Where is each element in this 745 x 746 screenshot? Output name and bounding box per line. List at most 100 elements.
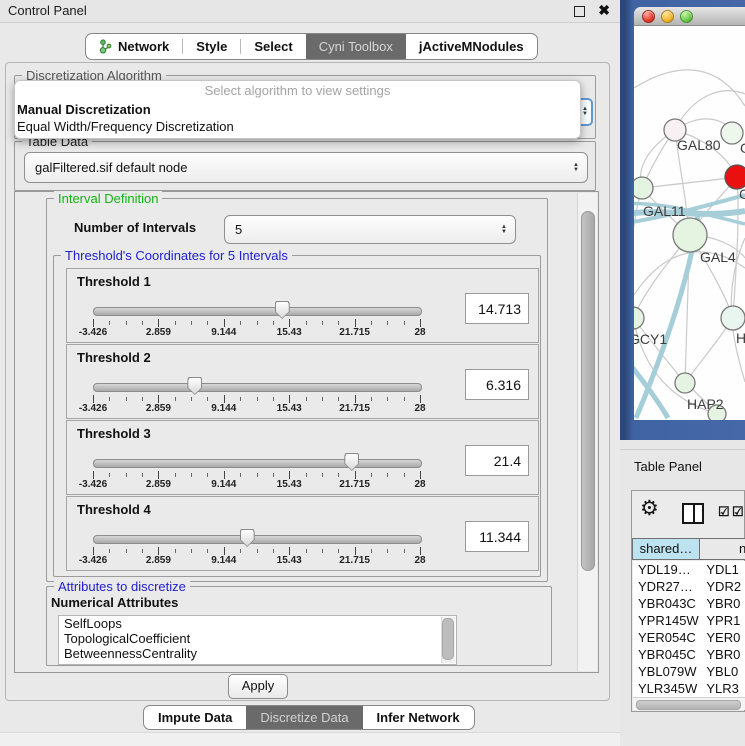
horizontal-scrollbar-thumb[interactable] — [636, 700, 741, 710]
node-label: H — [736, 330, 745, 346]
table-row[interactable]: YBR045CYBR0 — [633, 646, 745, 663]
cell-shared-name: YPR145W — [633, 612, 699, 629]
tab-impute-data[interactable]: Impute Data — [144, 706, 246, 729]
threshold-panel: Threshold 2-3.4262.8599.14415.4321.71528… — [66, 344, 539, 419]
numerical-attributes-list[interactable]: SelfLoopsTopologicalCoefficientBetweenne… — [58, 615, 457, 665]
float-window-icon[interactable] — [574, 6, 585, 17]
slider-track[interactable] — [93, 535, 422, 544]
slider-track[interactable] — [93, 459, 422, 468]
attribute-items: SelfLoopsTopologicalCoefficientBetweenne… — [59, 616, 456, 661]
scrollpane-scrollbar-thumb[interactable] — [581, 211, 595, 571]
table-row[interactable]: YLR345WYLR3 — [633, 680, 745, 697]
slider-track[interactable] — [93, 383, 422, 392]
table-row[interactable]: YDR27…YDR2 — [633, 578, 745, 595]
network-node[interactable] — [721, 306, 745, 330]
threshold-value-field[interactable]: 14.713 — [465, 293, 529, 324]
cell-name: YBR0 — [699, 646, 745, 663]
network-node[interactable] — [673, 218, 707, 252]
tab-discretize-data[interactable]: Discretize Data — [246, 706, 362, 729]
attribute-item[interactable]: TopologicalCoefficient — [59, 631, 456, 646]
gear-icon[interactable]: ⚙ — [640, 496, 659, 521]
interval-group-title: Interval Definition — [54, 191, 162, 206]
slider-handle[interactable] — [187, 377, 202, 395]
tab-jactivemnodules[interactable]: jActiveMNodules — [406, 34, 537, 59]
combo-arrows-icon: ▲▼ — [582, 107, 588, 117]
dropdown-placeholder-option[interactable]: Select algorithm to view settings — [15, 81, 580, 101]
node-label: HAP2 — [687, 396, 724, 412]
minimize-button[interactable] — [661, 10, 674, 23]
table-data-value: galFiltered.sif default node — [25, 160, 187, 175]
tab-select[interactable]: Select — [241, 34, 305, 59]
close-icon[interactable]: ✖ — [598, 2, 610, 19]
table-row[interactable]: YPR145WYPR1 — [633, 612, 745, 629]
top-tab-bar: Network Style Select Cyni Toolbox jActiveMNo… — [85, 33, 538, 60]
table-row[interactable]: YBR043CYBR0 — [633, 595, 745, 612]
tab-network[interactable]: Network — [86, 34, 182, 59]
table-row[interactable]: YER054CYER0 — [633, 629, 745, 646]
slider-handle[interactable] — [275, 301, 290, 319]
threshold-value-field[interactable]: 11.344 — [465, 521, 529, 552]
dropdown-option[interactable]: Equal Width/Frequency Discretization — [15, 118, 580, 135]
zoom-button[interactable] — [680, 10, 693, 23]
threshold-slider[interactable]: -3.4262.8599.14415.4321.71528 — [93, 345, 420, 418]
apply-button[interactable]: Apply — [228, 674, 288, 699]
tab-infer-network[interactable]: Infer Network — [363, 706, 474, 729]
cell-shared-name: YBR043C — [633, 595, 699, 612]
tab-label: jActiveMNodules — [419, 39, 524, 54]
dropdown-option[interactable]: Manual Discretization — [15, 101, 580, 118]
network-node[interactable] — [634, 177, 653, 199]
checkbox-icon[interactable]: ☑ — [732, 504, 744, 520]
horizontal-scrollbar[interactable] — [633, 697, 745, 710]
cell-name: YDR2 — [699, 578, 745, 595]
network-window-titlebar — [634, 7, 745, 26]
cell-shared-name: YBL079W — [633, 663, 699, 680]
interval-definition-group: Interval Definition Number of Intervals … — [46, 198, 548, 582]
scrollpane-scrollbar-track[interactable] — [577, 193, 597, 671]
threshold-value-field[interactable]: 6.316 — [465, 369, 529, 400]
checkbox-icon[interactable]: ☑ — [718, 504, 730, 520]
column-header[interactable]: shared… — [632, 538, 700, 560]
tab-label: Style — [196, 39, 227, 54]
attribute-item[interactable]: BetweennessCentrality — [59, 646, 456, 661]
threshold-slider[interactable]: -3.4262.8599.14415.4321.71528 — [93, 269, 420, 342]
threshold-slider[interactable]: -3.4262.8599.14415.4321.71528 — [93, 421, 420, 494]
node-label: GA — [740, 140, 745, 156]
close-button[interactable] — [642, 10, 655, 23]
list-scrollbar-thumb[interactable] — [442, 618, 454, 660]
cyni-toolbox-panel: Discretization Algorithm ▲▼ Select algor… — [5, 62, 610, 701]
attribute-item[interactable]: SelfLoops — [59, 616, 456, 631]
cell-shared-name: YDL19… — [633, 561, 699, 578]
combo-arrows-icon: ▲▼ — [501, 225, 507, 235]
threshold-panel: Threshold 4-3.4262.8599.14415.4321.71528… — [66, 496, 539, 571]
thresholds-group-title: Threshold's Coordinates for 5 Intervals — [61, 248, 292, 263]
cell-name: YLR3 — [699, 680, 745, 697]
tab-cyni-toolbox[interactable]: Cyni Toolbox — [306, 34, 406, 59]
table-row[interactable]: YDL19…YDL1 — [633, 561, 745, 578]
slider-handle[interactable] — [240, 529, 255, 547]
slider-handle[interactable] — [344, 453, 359, 471]
slider-ticks — [93, 395, 420, 403]
column-header[interactable]: n — [700, 538, 745, 560]
dropdown-options: Manual DiscretizationEqual Width/Frequen… — [15, 101, 580, 135]
slider-ticks — [93, 319, 420, 327]
slider-ticks — [93, 471, 420, 479]
num-intervals-value: 5 — [225, 222, 242, 237]
tab-label: Cyni Toolbox — [319, 39, 393, 54]
num-intervals-combobox[interactable]: 5 ▲▼ — [224, 215, 516, 244]
column-layout-icon[interactable] — [682, 503, 704, 524]
threshold-slider[interactable]: -3.4262.8599.14415.4321.71528 — [93, 497, 420, 570]
network-node[interactable] — [634, 307, 644, 329]
settings-scrollpane: Interval Definition Number of Intervals … — [14, 191, 599, 673]
network-node[interactable] — [675, 373, 695, 393]
tab-style[interactable]: Style — [183, 34, 240, 59]
node-label: GAL4 — [700, 249, 736, 265]
table-row[interactable]: YBL079WYBL0 — [633, 663, 745, 680]
slider-track[interactable] — [93, 307, 422, 316]
cell-shared-name: YLR345W — [633, 680, 699, 697]
threshold-value-field[interactable]: 21.4 — [465, 445, 529, 476]
slider-tick-labels: -3.4262.8599.14415.4321.71528 — [93, 555, 420, 567]
network-canvas[interactable]: GAL80GACGAL11GAL4GCY1HHAP2 — [634, 26, 745, 420]
table-data-combobox[interactable]: galFiltered.sif default node ▲▼ — [24, 152, 588, 183]
slider-tick-labels: -3.4262.8599.14415.4321.71528 — [93, 327, 420, 339]
cell-name: YPR1 — [699, 612, 745, 629]
